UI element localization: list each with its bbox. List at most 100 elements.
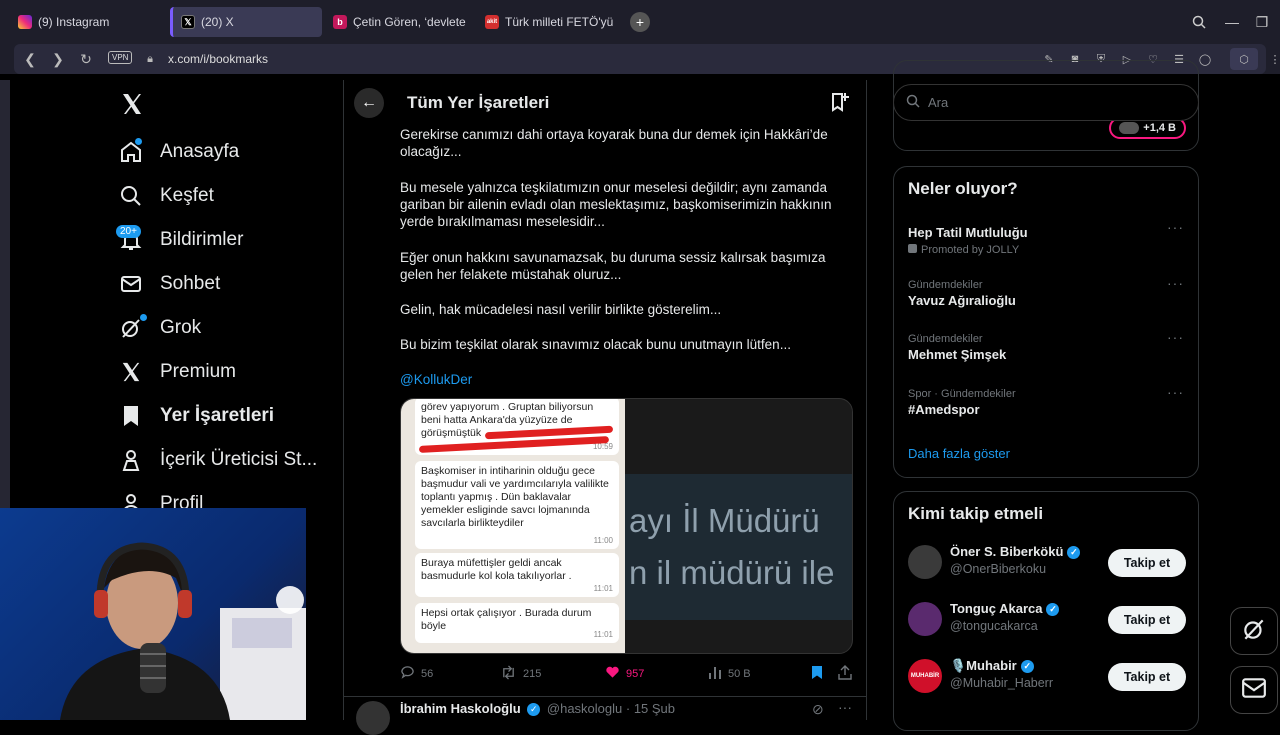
avatar[interactable]: MUHABİR xyxy=(908,659,942,693)
lock-icon[interactable]: 🔒︎ xyxy=(142,51,158,67)
verified-badge-icon: ✓ xyxy=(1046,603,1060,617)
tweet-media[interactable]: görev yapıyorum . Gruptan biliyorsun ben… xyxy=(400,398,853,654)
sidebar-item-explore[interactable]: Keşfet xyxy=(118,178,214,214)
avatar-stack xyxy=(1119,122,1140,134)
sidebar-item-creator-studio[interactable]: İçerik Üreticisi St... xyxy=(118,442,317,478)
follow-button[interactable]: Takip et xyxy=(1108,663,1186,691)
follow-suggestion[interactable]: Öner S. Biberkökü ✓ @OnerBiberkoku Takip … xyxy=(908,542,1186,582)
bookmark-icon xyxy=(118,403,144,429)
back-arrow-icon[interactable]: ❮ xyxy=(22,51,38,67)
notification-badge: 20+ xyxy=(116,225,141,238)
tweet-paragraph: Bu bizim teşkilat olarak sınavımız olaca… xyxy=(400,337,791,352)
chat-screenshot: görev yapıyorum . Gruptan biliyorsun ben… xyxy=(401,399,625,653)
extension-cube-icon[interactable]: ⬡ xyxy=(1230,48,1258,70)
more-icon[interactable]: ··· xyxy=(1167,275,1184,291)
trend-item[interactable]: Spor · Gündemdekiler #Amedspor ··· xyxy=(908,384,1188,417)
sidebar-item-chat[interactable]: Sohbet xyxy=(118,266,220,302)
tweet-paragraph: Gelin, hak mücadelesi nasıl verilir birl… xyxy=(400,302,722,317)
timeline-header: ← Tüm Yer İşaretleri xyxy=(344,80,866,124)
bookmark-button[interactable] xyxy=(811,665,823,683)
reply-icon xyxy=(400,665,415,683)
mail-icon xyxy=(118,271,144,297)
tab-x[interactable]: 𝕏 (20) X xyxy=(170,7,322,37)
share-button[interactable] xyxy=(838,665,852,683)
messages-float-button[interactable] xyxy=(1230,666,1278,714)
tab-akit[interactable]: akit Türk milleti FETÖ'yü affede xyxy=(477,7,622,37)
chat-message: Başkomiser in intiharinin olduğu gece ba… xyxy=(415,461,619,549)
more-icon[interactable]: ··· xyxy=(1167,329,1184,345)
search-tabs-icon[interactable] xyxy=(1189,12,1209,32)
analytics-icon xyxy=(708,665,722,682)
new-tab-button[interactable]: + xyxy=(630,12,650,32)
tweet-mention-link[interactable]: @KollukDer xyxy=(400,371,855,388)
page-title: Tüm Yer İşaretleri xyxy=(407,93,550,112)
sidebar-item-bookmarks[interactable]: Yer İşaretleri xyxy=(118,398,274,434)
follow-suggestion[interactable]: MUHABİR 🎙️Muhabir ✓ @Muhabir_Haberr Takip… xyxy=(908,656,1186,696)
author-name[interactable]: İbrahim Haskoloğlu xyxy=(400,701,521,716)
avatar[interactable] xyxy=(908,602,942,636)
verified-badge-icon: ✓ xyxy=(1020,660,1034,674)
right-sidebar: +1,4 B Ara Neler oluyor? Hep Tatil Mutlu… xyxy=(893,60,1199,731)
news-icon: b xyxy=(333,15,347,29)
akit-icon: akit xyxy=(485,15,499,29)
views-button[interactable]: 50 B xyxy=(708,665,751,682)
who-to-follow-title: Kimi takip etmeli xyxy=(908,504,1044,523)
reply-button[interactable]: 56 xyxy=(400,665,433,683)
bookmark-folder-add-icon[interactable] xyxy=(829,91,851,113)
next-tweet[interactable]: İbrahim Haskoloğlu ✓ @haskologlu · 15 Şu… xyxy=(344,696,866,735)
url-text[interactable]: x.com/i/bookmarks xyxy=(168,52,268,66)
reload-icon[interactable]: ↻ xyxy=(78,51,94,67)
search-icon xyxy=(118,183,144,209)
tab-news[interactable]: b Çetin Gören, ‘devlete yard xyxy=(325,7,475,37)
more-icon[interactable]: ··· xyxy=(838,699,852,715)
tab-instagram[interactable]: (9) Instagram xyxy=(10,7,160,37)
avatar[interactable] xyxy=(356,701,390,735)
author-handle[interactable]: @haskologlu xyxy=(547,701,622,716)
more-icon[interactable]: ··· xyxy=(1167,219,1184,235)
grok-icon[interactable]: ⊘ xyxy=(812,701,824,718)
repost-icon xyxy=(500,665,517,683)
search-icon xyxy=(906,94,920,111)
share-icon xyxy=(838,665,852,683)
maximize-icon[interactable]: ❐ xyxy=(1252,12,1272,32)
chat-message: Buraya müfettişler geldi ancak basmudurl… xyxy=(415,553,619,597)
webcam-overlay xyxy=(0,508,306,720)
forward-arrow-icon[interactable]: ❯ xyxy=(50,51,66,67)
tweet-paragraph: Gerekirse canımızı dahi ortaya koyarak b… xyxy=(400,127,828,159)
mail-icon xyxy=(1241,677,1267,704)
show-more-link[interactable]: Daha fazla göster xyxy=(908,446,1010,461)
verified-badge-icon: ✓ xyxy=(1067,546,1081,560)
tweet-date[interactable]: · 15 Şub xyxy=(626,701,675,716)
instagram-icon xyxy=(18,15,32,29)
vpn-badge[interactable]: VPN xyxy=(108,51,133,64)
minimize-icon[interactable]: — xyxy=(1222,12,1242,32)
back-button[interactable]: ← xyxy=(354,88,384,118)
grok-icon xyxy=(1241,616,1267,647)
more-vertical-icon[interactable]: ⋮ xyxy=(1268,52,1280,66)
grok-float-button[interactable] xyxy=(1230,607,1278,655)
profile-icon[interactable]: ◯ xyxy=(1198,52,1212,66)
avatar[interactable] xyxy=(908,545,942,579)
tweet-paragraph: Eğer onun hakkını savunamazsak, bu durum… xyxy=(400,250,826,282)
trend-item[interactable]: Hep Tatil Mutluluğu Promoted by JOLLY ··… xyxy=(908,219,1188,256)
heart-icon xyxy=(605,665,620,682)
search-input[interactable]: Ara xyxy=(893,84,1199,121)
who-to-follow-panel: Kimi takip etmeli Öner S. Biberkökü ✓ @On… xyxy=(893,491,1199,731)
trend-item[interactable]: Gündemdekiler Mehmet Şimşek ··· xyxy=(908,329,1188,362)
sidebar-item-premium[interactable]: Premium xyxy=(118,354,236,390)
follow-button[interactable]: Takip et xyxy=(1108,549,1186,577)
grok-notification-dot xyxy=(140,314,147,321)
bookmarks-timeline: ← Tüm Yer İşaretleri Gerekirse canımızı … xyxy=(343,80,867,735)
follow-button[interactable]: Takip et xyxy=(1108,606,1186,634)
x-logo-icon[interactable] xyxy=(120,92,144,116)
trends-panel: Neler oluyor? Hep Tatil Mutluluğu Promot… xyxy=(893,166,1199,478)
sidebar-item-grok[interactable]: Grok xyxy=(118,310,201,346)
repost-button[interactable]: 215 xyxy=(500,665,541,683)
like-button[interactable]: 957 xyxy=(605,665,644,682)
tweet-actions: 56 215 957 50 B xyxy=(400,665,855,683)
follow-suggestion[interactable]: Tonguç Akarca ✓ @tongucakarca Takip et xyxy=(908,599,1186,639)
more-icon[interactable]: ··· xyxy=(1167,384,1184,400)
next-tweet-author: İbrahim Haskoloğlu ✓ @haskologlu · 15 Şu… xyxy=(400,701,675,717)
home-notification-dot xyxy=(135,138,142,145)
trend-item[interactable]: Gündemdekiler Yavuz Ağıralioğlu ··· xyxy=(908,275,1188,308)
